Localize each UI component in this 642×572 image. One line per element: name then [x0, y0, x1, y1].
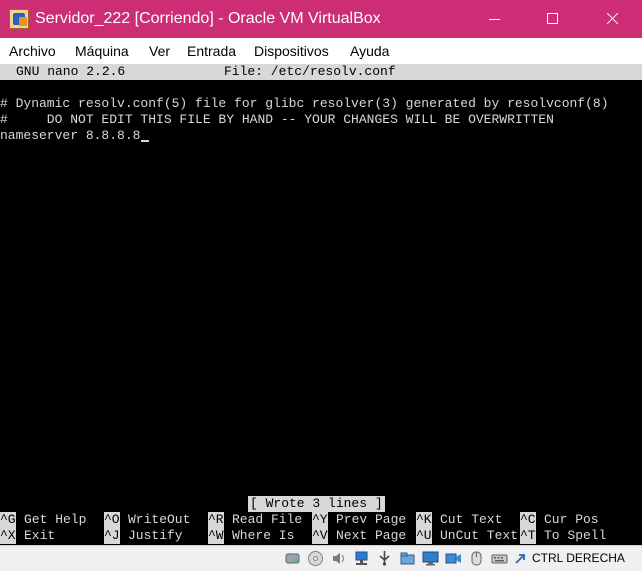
- shortcut-next-page: ^V Next Page: [312, 528, 406, 544]
- shortcut-key: ^R: [208, 512, 224, 528]
- shortcut-key: ^K: [416, 512, 432, 528]
- shortcut-get-help: ^G Get Help: [0, 512, 86, 528]
- file-line-2: # DO NOT EDIT THIS FILE BY HAND -- YOUR …: [0, 112, 554, 127]
- nano-filename: File: /etc/resolv.conf: [224, 64, 396, 79]
- shortcut-label: To Spell: [544, 528, 607, 543]
- shared-folders-icon[interactable]: [399, 550, 416, 567]
- video-capture-icon[interactable]: [445, 550, 462, 567]
- shortcut-key: ^O: [104, 512, 120, 528]
- shortcut-key: ^G: [0, 512, 16, 528]
- file-line-3: nameserver 8.8.8.8: [0, 128, 150, 144]
- host-key-arrow-icon: [512, 550, 529, 567]
- shortcut-key: ^C: [520, 512, 536, 528]
- menu-entrada[interactable]: Entrada: [187, 43, 236, 59]
- nano-status-message: [ Wrote 3 lines ]: [248, 496, 385, 512]
- shortcut-where-is: ^W Where Is: [208, 528, 294, 544]
- optical-drive-icon[interactable]: [307, 550, 324, 567]
- virtualbox-app-icon: [9, 9, 29, 29]
- shortcut-uncut-text: ^U UnCut Text: [416, 528, 518, 544]
- network-icon[interactable]: [353, 550, 370, 567]
- close-button[interactable]: [589, 0, 635, 38]
- shortcut-label: Cur Pos: [544, 512, 599, 527]
- menu-ayuda[interactable]: Ayuda: [350, 43, 389, 59]
- menu-maquina[interactable]: Máquina: [75, 43, 129, 59]
- keyboard-icon[interactable]: [491, 550, 508, 567]
- window-title-bar[interactable]: Servidor_222 [Corriendo] - Oracle VM Vir…: [0, 0, 642, 38]
- minimize-button[interactable]: [471, 0, 517, 38]
- shortcut-label: Exit: [24, 528, 56, 543]
- shortcut-label: Cut Text: [440, 512, 503, 527]
- shortcut-writeout: ^O WriteOut: [104, 512, 190, 528]
- usb-icon[interactable]: [376, 550, 393, 567]
- audio-icon[interactable]: [330, 550, 347, 567]
- shortcut-label: UnCut Text: [440, 528, 519, 543]
- shortcut-label: Get Help: [24, 512, 87, 527]
- shortcut-label: Next Page: [336, 528, 407, 543]
- window-title: Servidor_222 [Corriendo] - Oracle VM Vir…: [35, 10, 381, 27]
- nano-title-bar: GNU nano 2.2.6 File: /etc/resolv.conf: [0, 64, 642, 80]
- shortcut-prev-page: ^Y Prev Page: [312, 512, 406, 528]
- maximize-button[interactable]: [529, 0, 575, 38]
- text-cursor: [141, 140, 150, 142]
- shortcut-to-spell: ^T To Spell: [520, 528, 606, 544]
- shortcut-exit: ^X Exit: [0, 528, 55, 544]
- menu-ver[interactable]: Ver: [149, 43, 170, 59]
- shortcut-label: Justify: [128, 528, 183, 543]
- shortcut-key: ^U: [416, 528, 432, 544]
- host-key-label: CTRL DERECHA: [532, 551, 625, 565]
- file-line-1: # Dynamic resolv.conf(5) file for glibc …: [0, 96, 609, 111]
- vm-screen[interactable]: GNU nano 2.2.6 File: /etc/resolv.conf # …: [0, 64, 642, 545]
- menu-archivo[interactable]: Archivo: [9, 43, 56, 59]
- shortcut-label: Where Is: [232, 528, 295, 543]
- hard-disk-icon[interactable]: [284, 550, 301, 567]
- nano-version: GNU nano 2.2.6: [16, 64, 126, 79]
- shortcut-key: ^W: [208, 528, 224, 544]
- shortcut-key: ^J: [104, 528, 120, 544]
- shortcut-label: WriteOut: [128, 512, 191, 527]
- file-line-3-text: nameserver 8.8.8.8: [0, 128, 141, 143]
- shortcut-cur-pos: ^C Cur Pos: [520, 512, 599, 528]
- shortcut-key: ^T: [520, 528, 536, 544]
- shortcut-read-file: ^R Read File: [208, 512, 302, 528]
- mouse-integration-icon[interactable]: [468, 550, 485, 567]
- shortcut-key: ^V: [312, 528, 328, 544]
- display-icon[interactable]: [422, 550, 439, 567]
- shortcut-label: Prev Page: [336, 512, 407, 527]
- shortcut-key: ^Y: [312, 512, 328, 528]
- shortcut-justify: ^J Justify: [104, 528, 183, 544]
- menu-bar: Archivo Máquina Ver Entrada Dispositivos…: [0, 38, 642, 65]
- menu-dispositivos[interactable]: Dispositivos: [254, 43, 329, 59]
- shortcut-key: ^X: [0, 528, 16, 544]
- shortcut-label: Read File: [232, 512, 303, 527]
- vm-status-bar: CTRL DERECHA: [0, 545, 642, 571]
- shortcut-cut-text: ^K Cut Text: [416, 512, 502, 528]
